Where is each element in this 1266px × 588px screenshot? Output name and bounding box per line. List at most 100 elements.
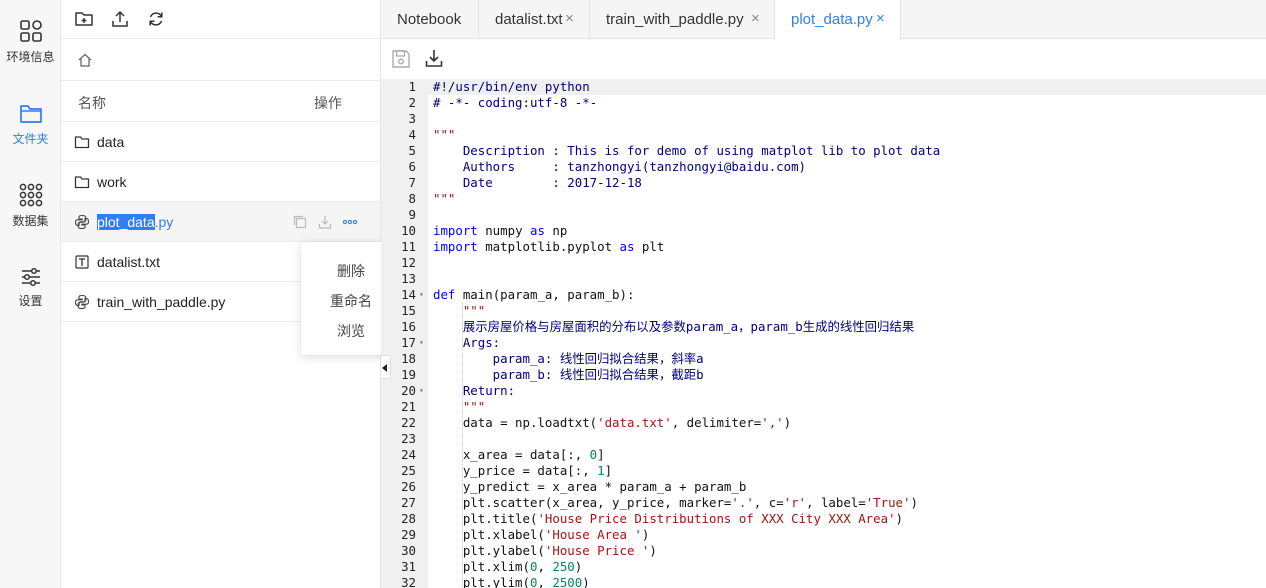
code-line[interactable]: 17 ▾ Args: (381, 335, 1266, 351)
tab-datalist[interactable]: datalist.txt × (479, 0, 590, 39)
tab-notebook[interactable]: Notebook (381, 0, 479, 39)
code-line[interactable]: 31 plt.xlim(0, 250) (381, 559, 1266, 575)
file-row-work[interactable]: work (61, 162, 380, 202)
code-token: np (544, 223, 568, 238)
code-line[interactable]: 32 plt.ylim(0, 2500) (381, 575, 1266, 588)
code-line[interactable]: 3 (381, 111, 1266, 127)
code-line[interactable]: 10 import numpy as np (381, 223, 1266, 239)
new-folder-icon[interactable] (74, 9, 94, 29)
code-text: plt.xlabel('House Area ') (433, 527, 650, 543)
code-text: plt.title('House Price Distributions of … (433, 511, 903, 527)
tab-plot-data[interactable]: plot_data.py × (775, 0, 901, 40)
code-token: 'House Price Distributions of XXX City X… (537, 511, 896, 526)
tab-label: datalist.txt (495, 11, 563, 28)
code-line[interactable]: 11 import matplotlib.pyplot as plt (381, 239, 1266, 255)
close-icon[interactable]: × (876, 10, 885, 27)
code-token: ) (910, 495, 918, 510)
code-token: '.' (731, 495, 754, 510)
code-token: ) (649, 543, 657, 558)
code-line[interactable]: 24 x_area = data[:, 0] (381, 447, 1266, 463)
code-line[interactable]: 27 plt.scatter(x_area, y_price, marker='… (381, 495, 1266, 511)
file-list-header: 名称 操作 (61, 81, 380, 122)
rail-item-dataset[interactable]: 数据集 (0, 183, 61, 229)
save-icon[interactable] (391, 49, 411, 69)
code-line[interactable]: 20 ▾ Return: (381, 383, 1266, 399)
code-token: plt.xlabel( (433, 527, 545, 542)
code-line[interactable]: 8 """ (381, 191, 1266, 207)
upload-icon[interactable] (110, 9, 130, 29)
code-token: ] (604, 463, 613, 478)
fold-toggle-icon[interactable]: ▾ (419, 383, 424, 399)
download-icon[interactable] (424, 48, 444, 68)
code-token: 'True' (865, 495, 911, 510)
fold-toggle-icon[interactable]: ▾ (419, 335, 424, 351)
code-line[interactable]: 16 展示房屋价格与房屋面积的分布以及参数param_a，param_b生成的线… (381, 319, 1266, 335)
code-token: , label= (806, 495, 866, 510)
code-line[interactable]: 2 # -*- coding:utf-8 -*- (381, 95, 1266, 111)
code-line[interactable]: 1 #!/usr/bin/env python (381, 79, 1266, 95)
rail-item-env-info[interactable]: 环境信息 (0, 19, 61, 65)
line-number: 17 (401, 335, 416, 350)
editor-toolbar (381, 39, 1266, 79)
collapse-panel-handle[interactable] (381, 355, 391, 379)
code-line[interactable]: 12 (381, 255, 1266, 271)
code-token: ) (641, 527, 650, 542)
close-icon[interactable]: × (565, 10, 574, 27)
line-number: 23 (401, 431, 416, 446)
code-line[interactable]: 4 """ (381, 127, 1266, 143)
caret-left-icon (382, 364, 387, 372)
code-editor[interactable]: 1 #!/usr/bin/env python 2 # -*- coding:utf-… (381, 79, 1266, 588)
line-number: 7 (408, 175, 416, 190)
code-line[interactable]: 21 """ (381, 399, 1266, 415)
file-row-plot-data[interactable]: plot_data.py (61, 202, 380, 242)
code-line[interactable]: 29 plt.xlabel('House Area ') (381, 527, 1266, 543)
code-line[interactable]: 26 y_predict = x_area * param_a + param_… (381, 479, 1266, 495)
code-line[interactable]: 23 (381, 431, 1266, 447)
line-number: 8 (408, 191, 416, 206)
close-icon[interactable]: × (751, 10, 760, 27)
tab-label: train_with_paddle.py (606, 11, 744, 28)
rail-item-folder[interactable]: 文件夹 (0, 103, 61, 147)
code-line[interactable]: 15 """ (381, 303, 1266, 319)
code-token: Return: (433, 383, 516, 398)
settings-icon (21, 267, 40, 287)
rail-label-env-info: 环境信息 (6, 50, 55, 64)
copy-icon[interactable] (292, 214, 308, 230)
code-line[interactable]: 6 Authors : tanzhongyi(tanzhongyi@baidu.… (381, 159, 1266, 175)
home-icon[interactable] (77, 52, 93, 68)
line-number: 24 (401, 447, 416, 462)
code-token: 0 (589, 447, 598, 462)
code-line[interactable]: 28 plt.title('House Price Distributions … (381, 511, 1266, 527)
code-line[interactable]: 7 Date : 2017-12-18 (381, 175, 1266, 191)
file-name: plot_data.py (97, 214, 173, 230)
rail-item-settings[interactable]: 设置 (0, 267, 61, 309)
line-number: 5 (408, 143, 416, 158)
code-line[interactable]: 22 data = np.loadtxt('data.txt', delimit… (381, 415, 1266, 431)
rail-label-settings: 设置 (18, 294, 43, 308)
fold-toggle-icon[interactable]: ▾ (419, 287, 424, 303)
code-line[interactable]: 30 plt.ylabel('House Price ') (381, 543, 1266, 559)
app-window: 环境信息 文件夹 数据集 设置 名称 操作 data work plot_dat… (0, 0, 1266, 588)
text-file-icon (75, 255, 89, 269)
rail-label-folder: 文件夹 (12, 132, 49, 146)
code-line[interactable]: 5 Description : This is for demo of usin… (381, 143, 1266, 159)
code-token: 'House Area ' (544, 527, 642, 542)
code-token: y_predict = x_area * param_a + param_b (433, 479, 747, 494)
code-line[interactable]: 13 (381, 271, 1266, 287)
code-line[interactable]: 14 ▾ def main(param_a, param_b): (381, 287, 1266, 303)
code-token: ) (574, 559, 583, 574)
download-icon[interactable] (317, 214, 333, 230)
line-number: 3 (408, 111, 416, 126)
code-token: ) (582, 575, 590, 588)
code-text: Args: (433, 335, 500, 351)
file-row-data[interactable]: data (61, 122, 380, 162)
code-token: Authors : tanzhongyi(tanzhongyi@baidu.co… (433, 159, 806, 174)
refresh-icon[interactable] (146, 9, 166, 29)
code-line[interactable]: 25 y_price = data[:, 1] (381, 463, 1266, 479)
more-icon[interactable] (342, 214, 358, 230)
line-number: 14 (401, 287, 416, 302)
code-line[interactable]: 9 (381, 207, 1266, 223)
code-line[interactable]: 19 param_b: 线性回归拟合结果，截距b (381, 367, 1266, 383)
code-line[interactable]: 18 param_a: 线性回归拟合结果，斜率a (381, 351, 1266, 367)
tab-train-with-paddle[interactable]: train_with_paddle.py × (590, 0, 775, 39)
